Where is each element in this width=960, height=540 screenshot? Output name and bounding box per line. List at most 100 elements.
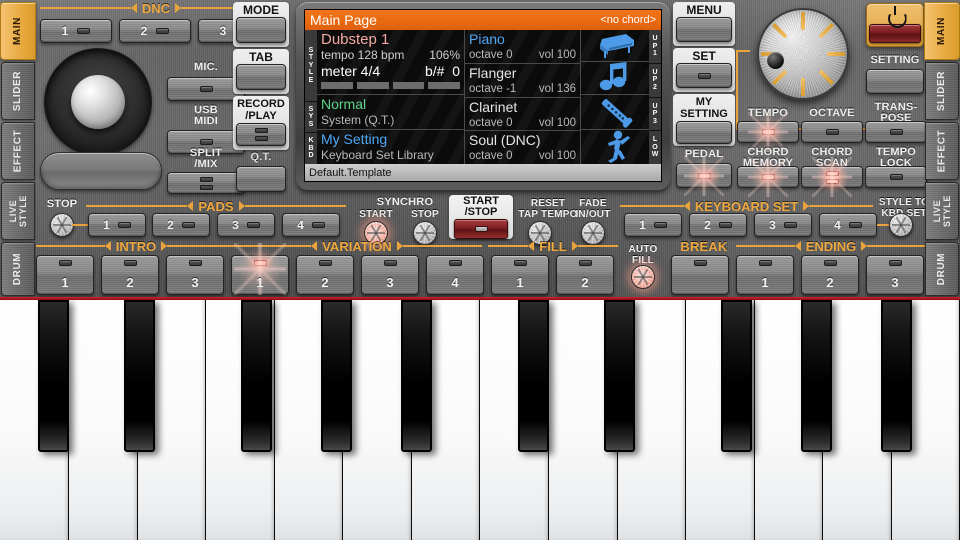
icon-cell-up2[interactable] — [581, 62, 649, 95]
lcd-title-bar: Main Page <no chord> — [305, 10, 661, 30]
chord-memory-button[interactable] — [737, 157, 799, 197]
ending-button-2[interactable]: 2 — [801, 255, 859, 295]
variation-button-2[interactable]: 2 — [296, 255, 354, 295]
joystick-ball[interactable] — [71, 75, 125, 129]
style-to-kbd-set-knob[interactable] — [889, 213, 913, 237]
fill-button-2[interactable]: 2 — [556, 255, 614, 295]
sidebar-item-drum-right[interactable]: DRUM — [925, 242, 959, 296]
track-row-up2[interactable]: Flanger octave -1 vol 136 — [465, 63, 581, 98]
sidebar-item-effect[interactable]: EFFECT — [1, 122, 35, 180]
joystick[interactable] — [44, 48, 152, 156]
octave-led — [825, 129, 839, 135]
pedal-button[interactable] — [676, 155, 732, 196]
variation-button-4[interactable]: 4 — [426, 255, 484, 295]
my-setting-button[interactable] — [676, 121, 732, 144]
dnc-button-1-label: 1 — [61, 24, 69, 38]
ribbon-controller[interactable] — [40, 152, 162, 190]
power-group — [866, 3, 924, 47]
break-button[interactable] — [671, 255, 729, 295]
fill-1-led — [513, 260, 527, 267]
icon-cell-up1[interactable] — [581, 30, 649, 62]
intro-button-1[interactable]: 1 — [36, 255, 94, 295]
tempo-button[interactable] — [737, 112, 799, 152]
sidebar-item-slider-right[interactable]: SLIDER — [925, 62, 959, 120]
tab-label-main: MAIN — [11, 17, 23, 45]
sidebar-item-drum[interactable]: DRUM — [1, 242, 35, 296]
icon-cell-up3[interactable] — [581, 95, 649, 130]
keyboard-set-button-4[interactable]: 4 — [819, 213, 877, 237]
keyboard-set-button-1[interactable]: 1 — [624, 213, 682, 237]
black-key-f-sharp-1[interactable] — [241, 300, 272, 452]
split-mix-button[interactable] — [167, 172, 245, 194]
kbd-set-cell[interactable]: My Setting Keyboard Set Library — [317, 130, 465, 164]
kbdset-rule-right — [809, 205, 874, 207]
qt-button[interactable] — [236, 166, 286, 192]
black-key-g-sharp-1[interactable] — [321, 300, 352, 452]
stop-pads-wire — [72, 224, 88, 226]
tab-label-live-style: LIVE STYLE — [8, 194, 28, 227]
auto-fill-knob[interactable] — [631, 265, 655, 289]
intro-3-led — [188, 260, 202, 267]
keyboard-set-button-2[interactable]: 2 — [689, 213, 747, 237]
intro-button-2[interactable]: 2 — [101, 255, 159, 295]
transpose-led — [889, 129, 903, 135]
mode-button[interactable] — [236, 17, 286, 43]
fill-2-led — [578, 260, 592, 267]
black-key-a-sharp-1[interactable] — [401, 300, 432, 452]
fill-button-1[interactable]: 1 — [491, 255, 549, 295]
sidebar-item-slider[interactable]: SLIDER — [1, 62, 35, 120]
auto-fill-label: AUTO FILL — [628, 244, 658, 266]
ending-button-3[interactable]: 3 — [866, 255, 924, 295]
track-row-low[interactable]: Soul (DNC) octave 0 vol 100 — [465, 131, 581, 164]
style-tempo-row: tempo 128 bpm 106% — [321, 48, 460, 63]
ending-2-label: 2 — [826, 274, 834, 290]
variation-button-3[interactable]: 3 — [361, 255, 419, 295]
system-cell[interactable]: Normal System (Q.T.) — [317, 95, 465, 130]
track-params-up3: octave 0 vol 100 — [469, 116, 576, 131]
black-key-a-sharp-2[interactable] — [881, 300, 912, 452]
dnc-button-2[interactable]: 2 — [119, 19, 191, 43]
black-key-d-sharp-2[interactable] — [604, 300, 635, 452]
variation-button-1[interactable]: 1 — [231, 243, 289, 295]
set-button[interactable] — [676, 63, 732, 88]
track-row-up3[interactable]: Clarinet octave 0 vol 100 — [465, 97, 581, 132]
black-key-c-sharp-1[interactable] — [38, 300, 69, 452]
octave-button[interactable] — [801, 121, 863, 143]
icon-cell-low[interactable] — [581, 130, 649, 164]
black-key-f-sharp-2[interactable] — [721, 300, 752, 452]
sidebar-item-live-style[interactable]: LIVE STYLE — [1, 182, 35, 240]
start-stop-button[interactable] — [454, 219, 508, 239]
stop-knob[interactable] — [50, 213, 74, 237]
pad-button-4[interactable]: 4 — [282, 213, 340, 237]
chord-scan-button[interactable] — [801, 157, 863, 197]
fill-rule-left — [488, 245, 529, 247]
sidebar-item-main-right[interactable]: MAIN — [924, 2, 960, 60]
dnc-button-1[interactable]: 1 — [40, 19, 112, 43]
pad-button-2[interactable]: 2 — [152, 213, 210, 237]
dial-knob[interactable] — [757, 8, 849, 100]
dnc-group-label: DNC — [141, 0, 171, 16]
keyboard-set-button-3[interactable]: 3 — [754, 213, 812, 237]
sidebar-item-live-style-right[interactable]: LIVE STYLE — [925, 182, 959, 240]
lcd-screen[interactable]: Main Page <no chord> STYLE SYS KBD Dubst… — [304, 9, 662, 182]
style-cell[interactable]: Dubstep 1 tempo 128 bpm 106% meter 4/4 b… — [317, 30, 465, 95]
setting-button[interactable] — [866, 69, 924, 94]
transpose-button[interactable] — [865, 121, 927, 143]
track-row-up1[interactable]: Piano octave 0 vol 100 — [465, 30, 581, 64]
panel-divider-line — [0, 297, 960, 300]
sidebar-item-main[interactable]: MAIN — [0, 2, 36, 60]
pad-button-3[interactable]: 3 — [217, 213, 275, 237]
record-play-button[interactable] — [236, 123, 286, 146]
intro-2-label: 2 — [126, 274, 134, 290]
tab-button[interactable] — [236, 64, 286, 90]
menu-button[interactable] — [676, 17, 732, 42]
black-key-g-sharp-2[interactable] — [801, 300, 832, 452]
tempo-lock-button[interactable] — [865, 166, 927, 188]
black-key-c-sharp-2[interactable] — [518, 300, 549, 452]
piano-keyboard[interactable] — [0, 300, 960, 540]
pad-button-1[interactable]: 1 — [88, 213, 146, 237]
sidebar-item-effect-right[interactable]: EFFECT — [925, 122, 959, 180]
ending-button-1[interactable]: 1 — [736, 255, 794, 295]
black-key-d-sharp-1[interactable] — [124, 300, 155, 452]
intro-button-3[interactable]: 3 — [166, 255, 224, 295]
